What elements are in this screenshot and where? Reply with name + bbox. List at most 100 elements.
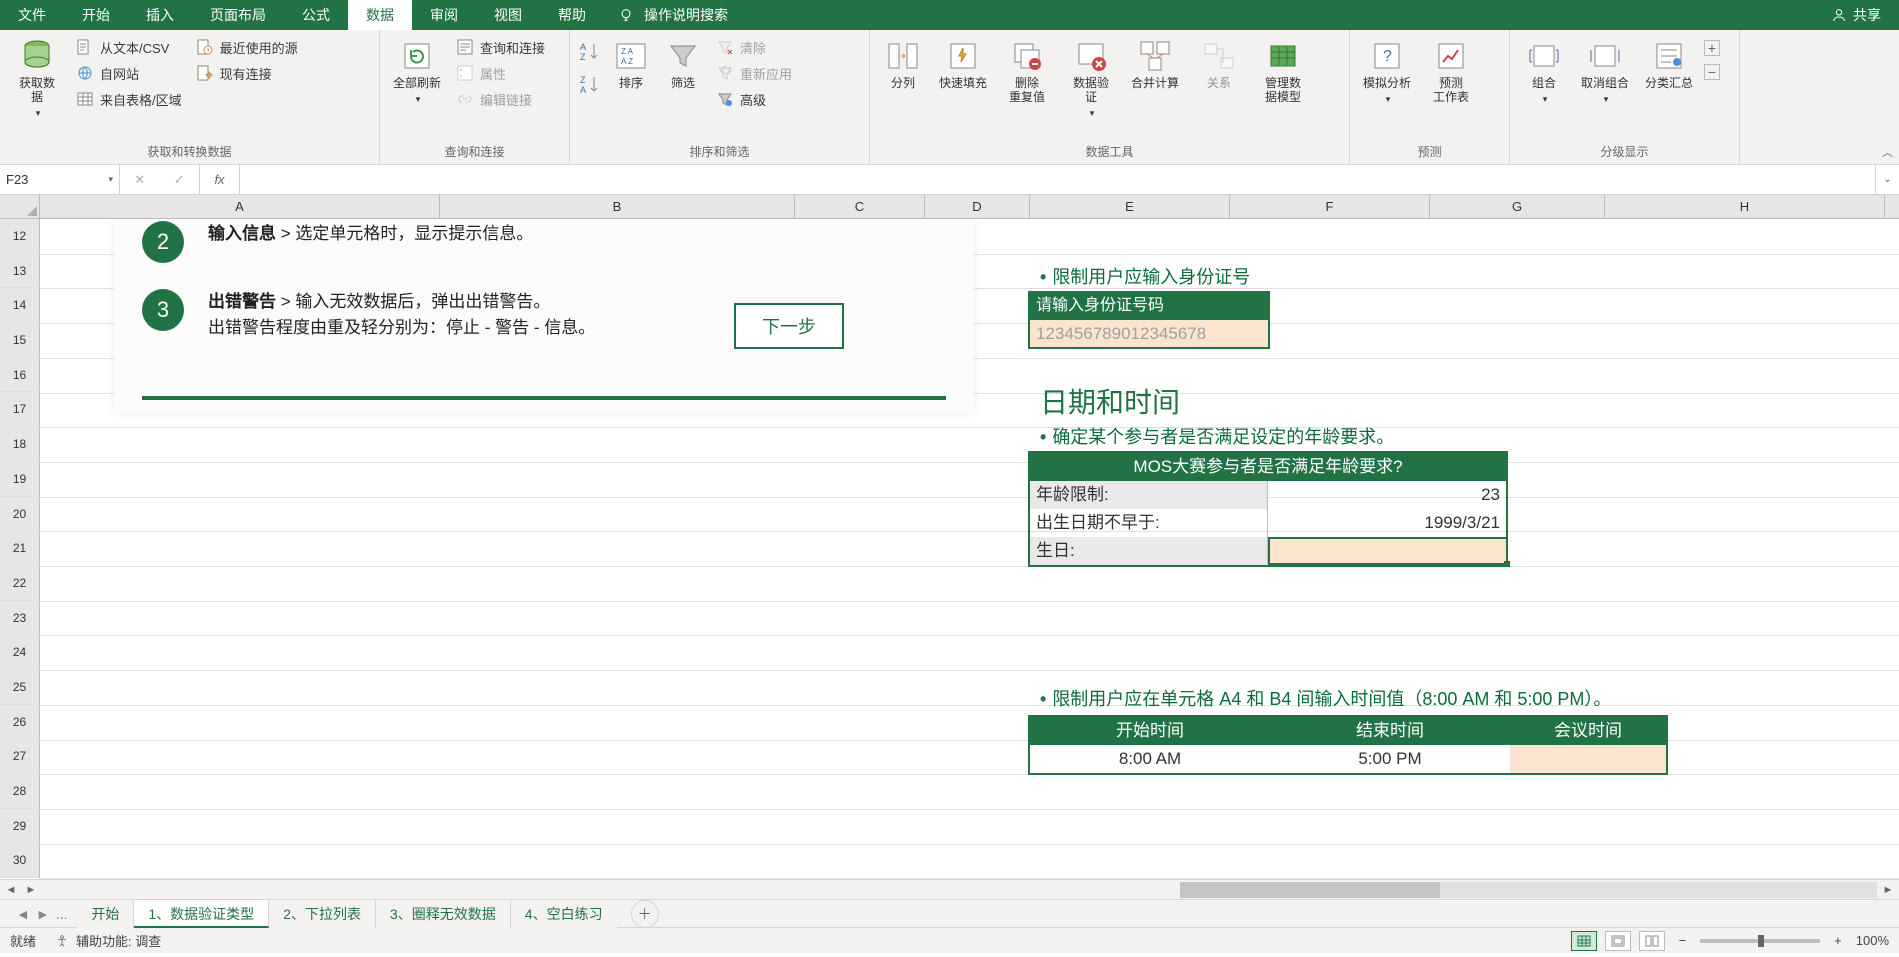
tab-review[interactable]: 审阅 (412, 0, 476, 30)
collapse-ribbon-button[interactable]: ︿ (1882, 144, 1893, 160)
ungroup-button[interactable]: 取消组合▾ (1576, 34, 1634, 106)
existing-connections-button[interactable]: 现有连接 (192, 60, 302, 86)
recent-sources-button[interactable]: 最近使用的源 (192, 34, 302, 60)
what-if-button[interactable]: ? 模拟分析▾ (1358, 34, 1416, 106)
manage-data-model-button[interactable]: 管理数 据模型 (1254, 34, 1312, 104)
row-header-12[interactable]: 12 (0, 219, 40, 254)
row-header-18[interactable]: 18 (0, 427, 40, 462)
queries-connections-button[interactable]: 查询和连接 (452, 34, 549, 60)
next-button[interactable]: 下一步 (734, 303, 844, 349)
hide-detail-button[interactable]: − (1704, 64, 1720, 80)
col-header-G[interactable]: G (1430, 195, 1605, 218)
zoom-out-button[interactable]: − (1673, 933, 1693, 948)
scroll-left-arrow[interactable]: ◄ (2, 881, 20, 899)
row-header-17[interactable]: 17 (0, 392, 40, 427)
from-text-csv-button[interactable]: 从文本/CSV (72, 34, 186, 60)
sort-asc-button[interactable]: AZ (578, 40, 602, 67)
row-header-29[interactable]: 29 (0, 809, 40, 844)
scroll-right-arrow[interactable]: ► (22, 881, 40, 899)
tab-formulas[interactable]: 公式 (284, 0, 348, 30)
show-detail-button[interactable]: + (1704, 40, 1720, 56)
add-sheet-button[interactable]: ＋ (631, 900, 659, 928)
col-header-D[interactable]: D (925, 195, 1030, 218)
flash-fill-button[interactable]: 快速填充 (934, 34, 992, 90)
zoom-level[interactable]: 100% (1856, 933, 1889, 948)
from-table-range-button[interactable]: 来自表格/区域 (72, 86, 186, 112)
formula-input[interactable] (240, 165, 1875, 194)
tab-data[interactable]: 数据 (348, 0, 412, 30)
accessibility-status[interactable]: 辅助功能: 调查 (54, 931, 161, 950)
bday-value[interactable] (1268, 537, 1506, 565)
row-header-15[interactable]: 15 (0, 323, 40, 358)
expand-formula-bar-button[interactable]: ⌄ (1875, 165, 1899, 194)
dob-value[interactable]: 1999/3/21 (1268, 509, 1506, 537)
refresh-all-button[interactable]: 全部刷新▾ (388, 34, 446, 106)
data-validation-button[interactable]: 数据验 证▾ (1062, 34, 1120, 120)
row-header-16[interactable]: 16 (0, 358, 40, 393)
sheet-tab-4[interactable]: 4、空白练习 (511, 900, 617, 928)
horiz-scrollbar-track[interactable] (1180, 882, 1877, 898)
subtotal-button[interactable]: 分类汇总 (1640, 34, 1698, 90)
col-header-C[interactable]: C (795, 195, 925, 218)
meeting-time-value[interactable] (1510, 745, 1666, 773)
filter-button[interactable]: 筛选 (660, 34, 706, 90)
tell-me[interactable]: 操作说明搜索 (618, 5, 728, 25)
share-button[interactable]: 共享 (1831, 5, 1881, 25)
tab-page-layout[interactable]: 页面布局 (192, 0, 284, 30)
row-header-23[interactable]: 23 (0, 601, 40, 636)
zoom-slider[interactable] (1700, 939, 1820, 943)
name-box[interactable]: F23 ▾ (0, 165, 120, 194)
text-to-columns-button[interactable]: 分列 (878, 34, 928, 90)
end-time-value[interactable]: 5:00 PM (1270, 745, 1510, 773)
worksheet-grid[interactable]: 12131415161718192021222324252627282930 2… (0, 219, 1899, 879)
sort-desc-button[interactable]: ZA (578, 73, 602, 100)
row-header-25[interactable]: 25 (0, 670, 40, 705)
remove-duplicates-button[interactable]: 删除 重复值 (998, 34, 1056, 104)
consolidate-button[interactable]: 合并计算 (1126, 34, 1184, 90)
forecast-sheet-button[interactable]: 预测 工作表 (1422, 34, 1480, 104)
sheet-tab-3[interactable]: 3、圈释无效数据 (376, 900, 511, 928)
tab-insert[interactable]: 插入 (128, 0, 192, 30)
page-layout-view-button[interactable] (1605, 931, 1631, 951)
row-header-26[interactable]: 26 (0, 705, 40, 740)
start-time-value[interactable]: 8:00 AM (1030, 745, 1270, 773)
row-header-19[interactable]: 19 (0, 462, 40, 497)
page-break-view-button[interactable] (1639, 931, 1665, 951)
sheet-nav-buttons[interactable]: ◄►... (6, 906, 77, 922)
advanced-filter-button[interactable]: 高级 (712, 86, 796, 112)
age-limit-value[interactable]: 23 (1268, 481, 1506, 509)
from-web-button[interactable]: 自网站 (72, 60, 186, 86)
scroll-right-end-arrow[interactable]: ► (1879, 881, 1897, 899)
sheet-tab-2[interactable]: 2、下拉列表 (269, 900, 376, 928)
col-header-A[interactable]: A (40, 195, 440, 218)
col-header-B[interactable]: B (440, 195, 795, 218)
tab-view[interactable]: 视图 (476, 0, 540, 30)
sheet-tabs-ellipsis[interactable]: ... (56, 906, 68, 922)
group-button[interactable]: 组合▾ (1518, 34, 1570, 106)
get-data-button[interactable]: 获取数 据▾ (8, 34, 66, 120)
sort-button[interactable]: Z AA Z 排序 (608, 34, 654, 90)
zoom-in-button[interactable]: + (1828, 933, 1848, 948)
sheet-tab-1[interactable]: 1、数据验证类型 (134, 900, 269, 928)
select-all-corner[interactable] (0, 195, 40, 218)
fx-icon[interactable]: fx (200, 165, 240, 194)
sheet-tab-0[interactable]: 开始 (77, 900, 134, 928)
col-header-H[interactable]: H (1605, 195, 1885, 218)
tab-home[interactable]: 开始 (64, 0, 128, 30)
row-header-22[interactable]: 22 (0, 566, 40, 601)
col-header-F[interactable]: F (1230, 195, 1430, 218)
row-header-14[interactable]: 14 (0, 288, 40, 323)
row-header-30[interactable]: 30 (0, 843, 40, 878)
row-header-20[interactable]: 20 (0, 497, 40, 532)
zoom-slider-thumb[interactable] (1758, 935, 1764, 947)
col-header-E[interactable]: E (1030, 195, 1230, 218)
id-input-value[interactable]: 123456789012345678 (1030, 319, 1268, 347)
tab-file[interactable]: 文件 (0, 0, 64, 30)
row-header-27[interactable]: 27 (0, 739, 40, 774)
horiz-scrollbar-thumb[interactable] (1180, 882, 1440, 898)
row-header-28[interactable]: 28 (0, 774, 40, 809)
row-header-24[interactable]: 24 (0, 635, 40, 670)
row-header-21[interactable]: 21 (0, 531, 40, 566)
tab-help[interactable]: 帮助 (540, 0, 604, 30)
row-header-13[interactable]: 13 (0, 254, 40, 289)
